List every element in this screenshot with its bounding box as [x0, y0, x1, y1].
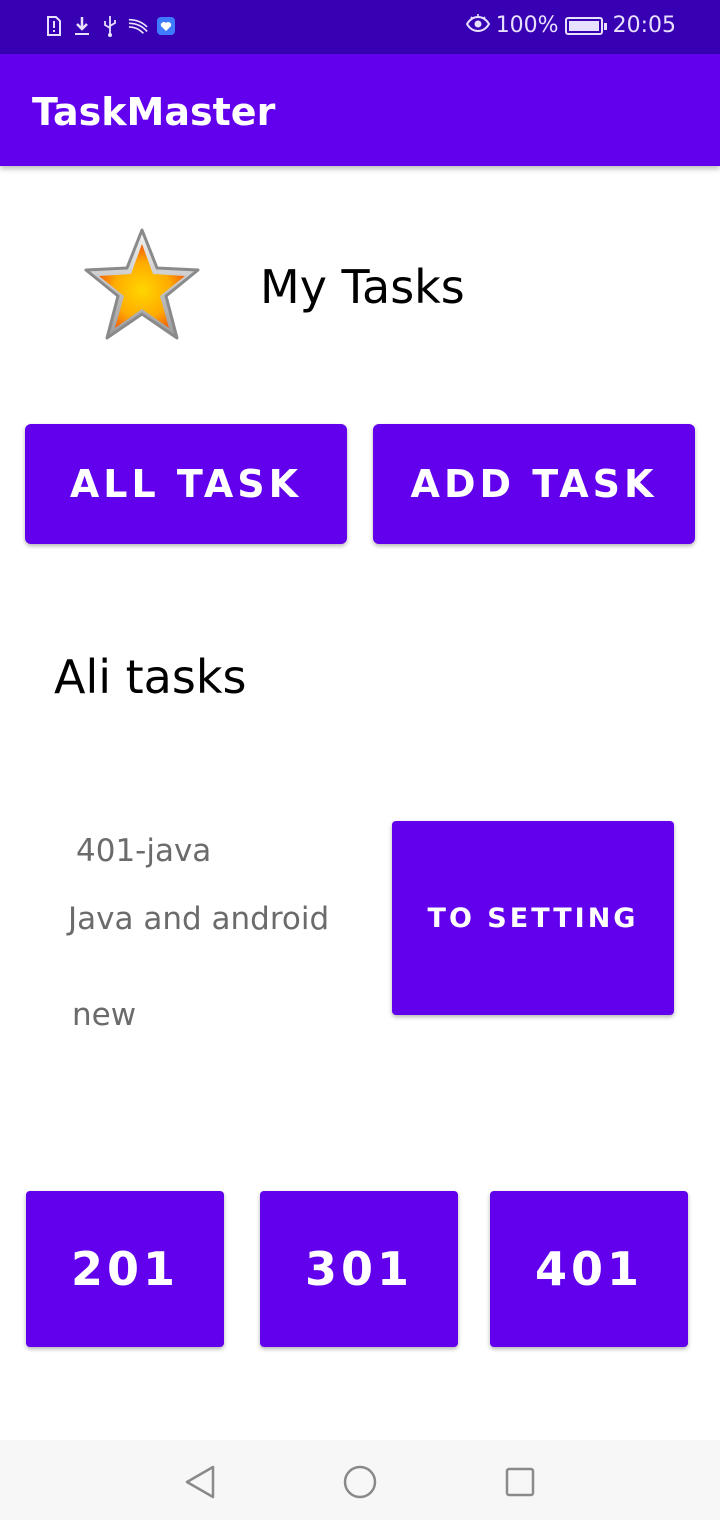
swift-icon — [128, 14, 148, 38]
eye-comfort-icon — [465, 13, 490, 38]
back-icon[interactable] — [180, 1462, 220, 1502]
task-301-button[interactable]: 301 — [260, 1191, 458, 1347]
sim-alert-icon — [44, 14, 64, 38]
page-title: My Tasks — [260, 260, 465, 314]
task-title: 401-java — [76, 833, 212, 869]
app-bar: TaskMaster — [0, 54, 720, 166]
home-icon[interactable] — [340, 1462, 380, 1502]
star-icon — [80, 226, 204, 346]
status-right: 100% 20:05 — [465, 13, 676, 38]
add-task-button[interactable]: ADD TASK — [373, 424, 695, 544]
battery-percent: 100% — [495, 13, 559, 38]
to-setting-button[interactable]: TO SETTING — [392, 821, 674, 1015]
section-title: Ali tasks — [54, 650, 247, 704]
system-nav-bar — [0, 1440, 720, 1520]
clock: 20:05 — [612, 13, 676, 38]
status-bar: 100% 20:05 — [0, 0, 720, 54]
download-icon — [72, 14, 92, 38]
task-201-button[interactable]: 201 — [26, 1191, 224, 1347]
notification-icons — [44, 14, 176, 38]
app-badge-icon — [156, 14, 176, 38]
task-401-button[interactable]: 401 — [490, 1191, 688, 1347]
recents-icon[interactable] — [500, 1462, 540, 1502]
task-body: Java and android — [68, 901, 330, 937]
usb-icon — [100, 14, 120, 38]
app-title: TaskMaster — [32, 90, 276, 134]
all-task-button[interactable]: ALL TASK — [25, 424, 347, 544]
task-state: new — [72, 997, 137, 1033]
battery-charging-icon — [564, 16, 607, 35]
